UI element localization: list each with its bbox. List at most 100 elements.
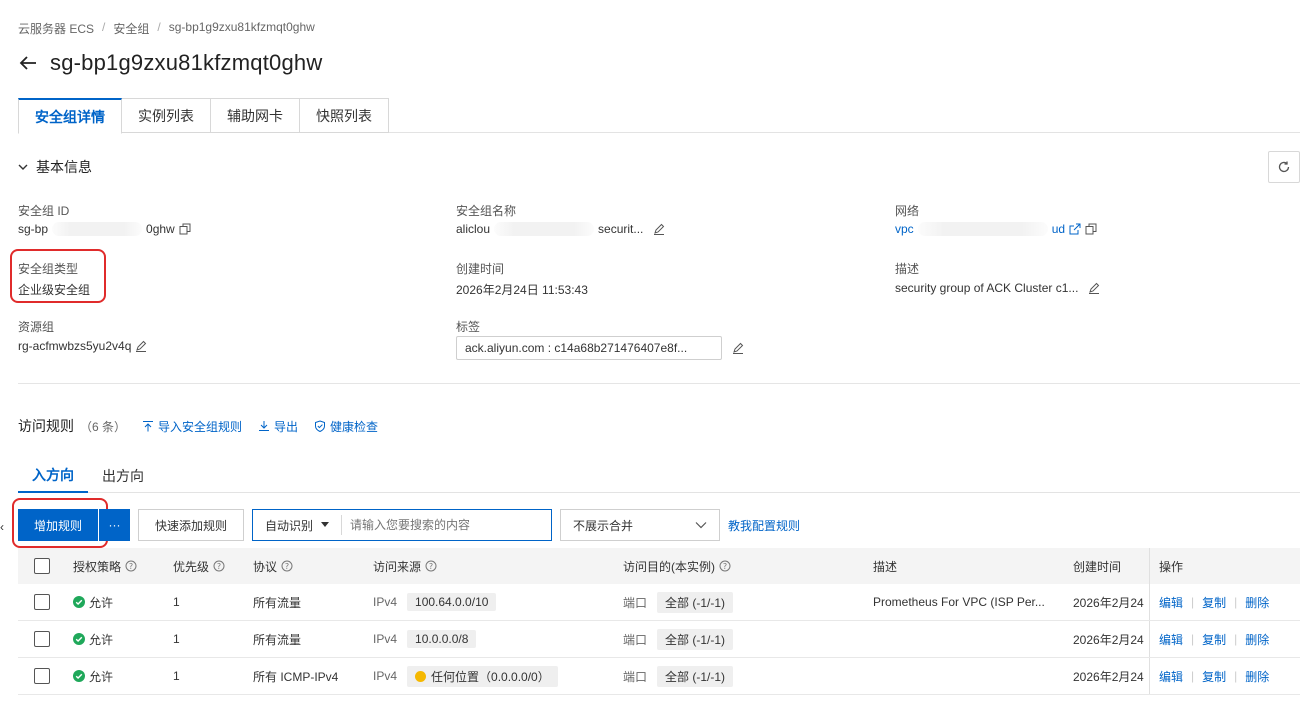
source-value: 10.0.0.0/8	[415, 632, 469, 646]
resource-group-value: rg-acfmwbzs5yu2v4q	[18, 339, 147, 353]
delete-link[interactable]: 删除	[1245, 631, 1269, 648]
more-actions-button[interactable]: ···	[99, 509, 130, 541]
quick-add-rule-button[interactable]: 快速添加规则	[138, 509, 244, 541]
edit-icon[interactable]	[135, 340, 147, 352]
actions-cell: 编辑 | 复制 | 删除	[1149, 658, 1300, 694]
sg-id-prefix: sg-bp	[18, 222, 49, 236]
direction-tabs: 入方向 出方向	[18, 459, 1300, 493]
rules-table: 授权策略? 优先级? 协议? 访问来源? 访问目的(本实例)? 描述 创建时间 …	[18, 548, 1300, 695]
edit-link[interactable]: 编辑	[1159, 594, 1183, 611]
back-arrow-icon[interactable]	[18, 53, 38, 73]
destination-value: 全部 (-1/-1)	[657, 628, 734, 650]
copy-link[interactable]: 复制	[1202, 631, 1226, 648]
delete-link[interactable]: 删除	[1245, 668, 1269, 685]
tag-row: ack.aliyun.com : c14a68b271476407e8f...	[456, 336, 744, 360]
collapse-handle-icon[interactable]: ‹	[0, 520, 6, 540]
row-select-cell	[34, 621, 50, 657]
breadcrumb-separator: /	[102, 20, 106, 34]
help-icon[interactable]: ?	[719, 560, 731, 572]
network-link-suffix[interactable]: ud	[1052, 222, 1065, 236]
row-checkbox[interactable]	[34, 594, 50, 610]
source-value: 任何位置（0.0.0.0/0）	[431, 669, 550, 684]
source-type: IPv4	[373, 632, 398, 646]
help-icon[interactable]: ?	[213, 560, 225, 572]
caret-down-icon	[321, 522, 330, 527]
sg-id-suffix: 0ghw	[146, 222, 175, 236]
priority-cell: 1	[173, 669, 180, 683]
sg-id-label: 安全组 ID	[18, 204, 70, 218]
network-value: vpc ud	[895, 222, 1097, 236]
edit-icon[interactable]	[732, 342, 744, 354]
row-checkbox[interactable]	[34, 668, 50, 684]
health-check-link[interactable]: 健康检查	[314, 418, 378, 435]
source-type: IPv4	[373, 595, 398, 609]
copy-icon[interactable]	[1085, 223, 1097, 235]
breadcrumb-ecs[interactable]: 云服务器 ECS	[18, 20, 94, 37]
redacted-mask	[917, 222, 1048, 236]
search-input[interactable]	[342, 518, 543, 532]
policy-cell: 允许	[73, 621, 113, 657]
description-text: security group of ACK Cluster c1...	[895, 281, 1079, 295]
redacted-mask	[494, 222, 595, 236]
export-link[interactable]: 导出	[258, 418, 298, 435]
help-icon[interactable]: ?	[281, 560, 293, 572]
teach-config-link[interactable]: 教我配置规则	[728, 517, 800, 534]
basic-info-title[interactable]: 基本信息	[18, 157, 92, 177]
col-priority-label: 优先级	[173, 559, 210, 574]
chevron-down-icon	[695, 522, 707, 529]
destination-type: 端口	[623, 595, 648, 610]
search-type-select[interactable]: 自动识别	[253, 515, 343, 535]
description-label: 描述	[895, 262, 920, 276]
action-separator: |	[1234, 595, 1238, 609]
tab-secondary-eni[interactable]: 辅助网卡	[211, 98, 300, 133]
tab-inbound[interactable]: 入方向	[18, 459, 88, 493]
add-rule-button[interactable]: 增加规则	[18, 509, 98, 541]
protocol-cell: 所有流量	[253, 632, 302, 647]
edit-icon[interactable]	[1088, 282, 1100, 294]
tab-outbound[interactable]: 出方向	[88, 459, 158, 493]
basic-info-label: 基本信息	[36, 159, 92, 175]
destination-cell: 端口 全部 (-1/-1)	[623, 658, 734, 694]
policy-text: 允许	[89, 632, 114, 647]
help-icon[interactable]: ?	[125, 560, 137, 572]
policy-text: 允许	[89, 595, 114, 610]
edit-link[interactable]: 编辑	[1159, 631, 1183, 648]
tag-chip[interactable]: ack.aliyun.com : c14a68b271476407e8f...	[456, 336, 722, 360]
table-row: 允许 1 所有 ICMP-IPv4 IPv4 任何位置（0.0.0.0/0） 端…	[18, 658, 1300, 695]
tag-label: 标签	[456, 320, 481, 334]
copy-link[interactable]: 复制	[1202, 668, 1226, 685]
col-policy: 授权策略?	[73, 548, 137, 584]
breadcrumb-security-group[interactable]: 安全组	[113, 20, 149, 37]
breadcrumb-current: sg-bp1g9zxu81kfzmqt0ghw	[168, 20, 315, 34]
copy-link[interactable]: 复制	[1202, 594, 1226, 611]
merge-select[interactable]: 不展示合并	[560, 509, 720, 541]
svg-text:?: ?	[285, 562, 289, 571]
select-all-checkbox[interactable]	[34, 558, 50, 574]
external-link-icon[interactable]	[1069, 223, 1081, 235]
tab-instances[interactable]: 实例列表	[122, 98, 211, 133]
tab-snapshots[interactable]: 快照列表	[300, 98, 389, 133]
destination-value: 全部 (-1/-1)	[657, 591, 734, 613]
refresh-button[interactable]	[1268, 151, 1300, 183]
shield-check-icon	[315, 420, 326, 432]
import-rules-link[interactable]: 导入安全组规则	[142, 418, 242, 435]
created-cell: 2026年2月24	[1073, 669, 1144, 684]
action-separator: |	[1234, 669, 1238, 683]
network-link[interactable]: vpc	[895, 222, 914, 236]
delete-link[interactable]: 删除	[1245, 594, 1269, 611]
rules-title: 访问规则	[18, 418, 74, 434]
sg-name-prefix: aliclou	[456, 222, 491, 236]
section-divider	[18, 383, 1300, 384]
edit-icon[interactable]	[653, 223, 665, 235]
svg-text:?: ?	[129, 562, 133, 571]
health-check-label: 健康检查	[330, 419, 379, 434]
edit-link[interactable]: 编辑	[1159, 668, 1183, 685]
col-created: 创建时间	[1073, 559, 1122, 574]
copy-icon[interactable]	[179, 223, 191, 235]
tab-details[interactable]: 安全组详情	[18, 98, 122, 134]
import-rules-label: 导入安全组规则	[158, 419, 243, 434]
help-icon[interactable]: ?	[425, 560, 437, 572]
sg-name-label: 安全组名称	[456, 204, 517, 218]
svg-text:?: ?	[217, 562, 221, 571]
row-checkbox[interactable]	[34, 631, 50, 647]
